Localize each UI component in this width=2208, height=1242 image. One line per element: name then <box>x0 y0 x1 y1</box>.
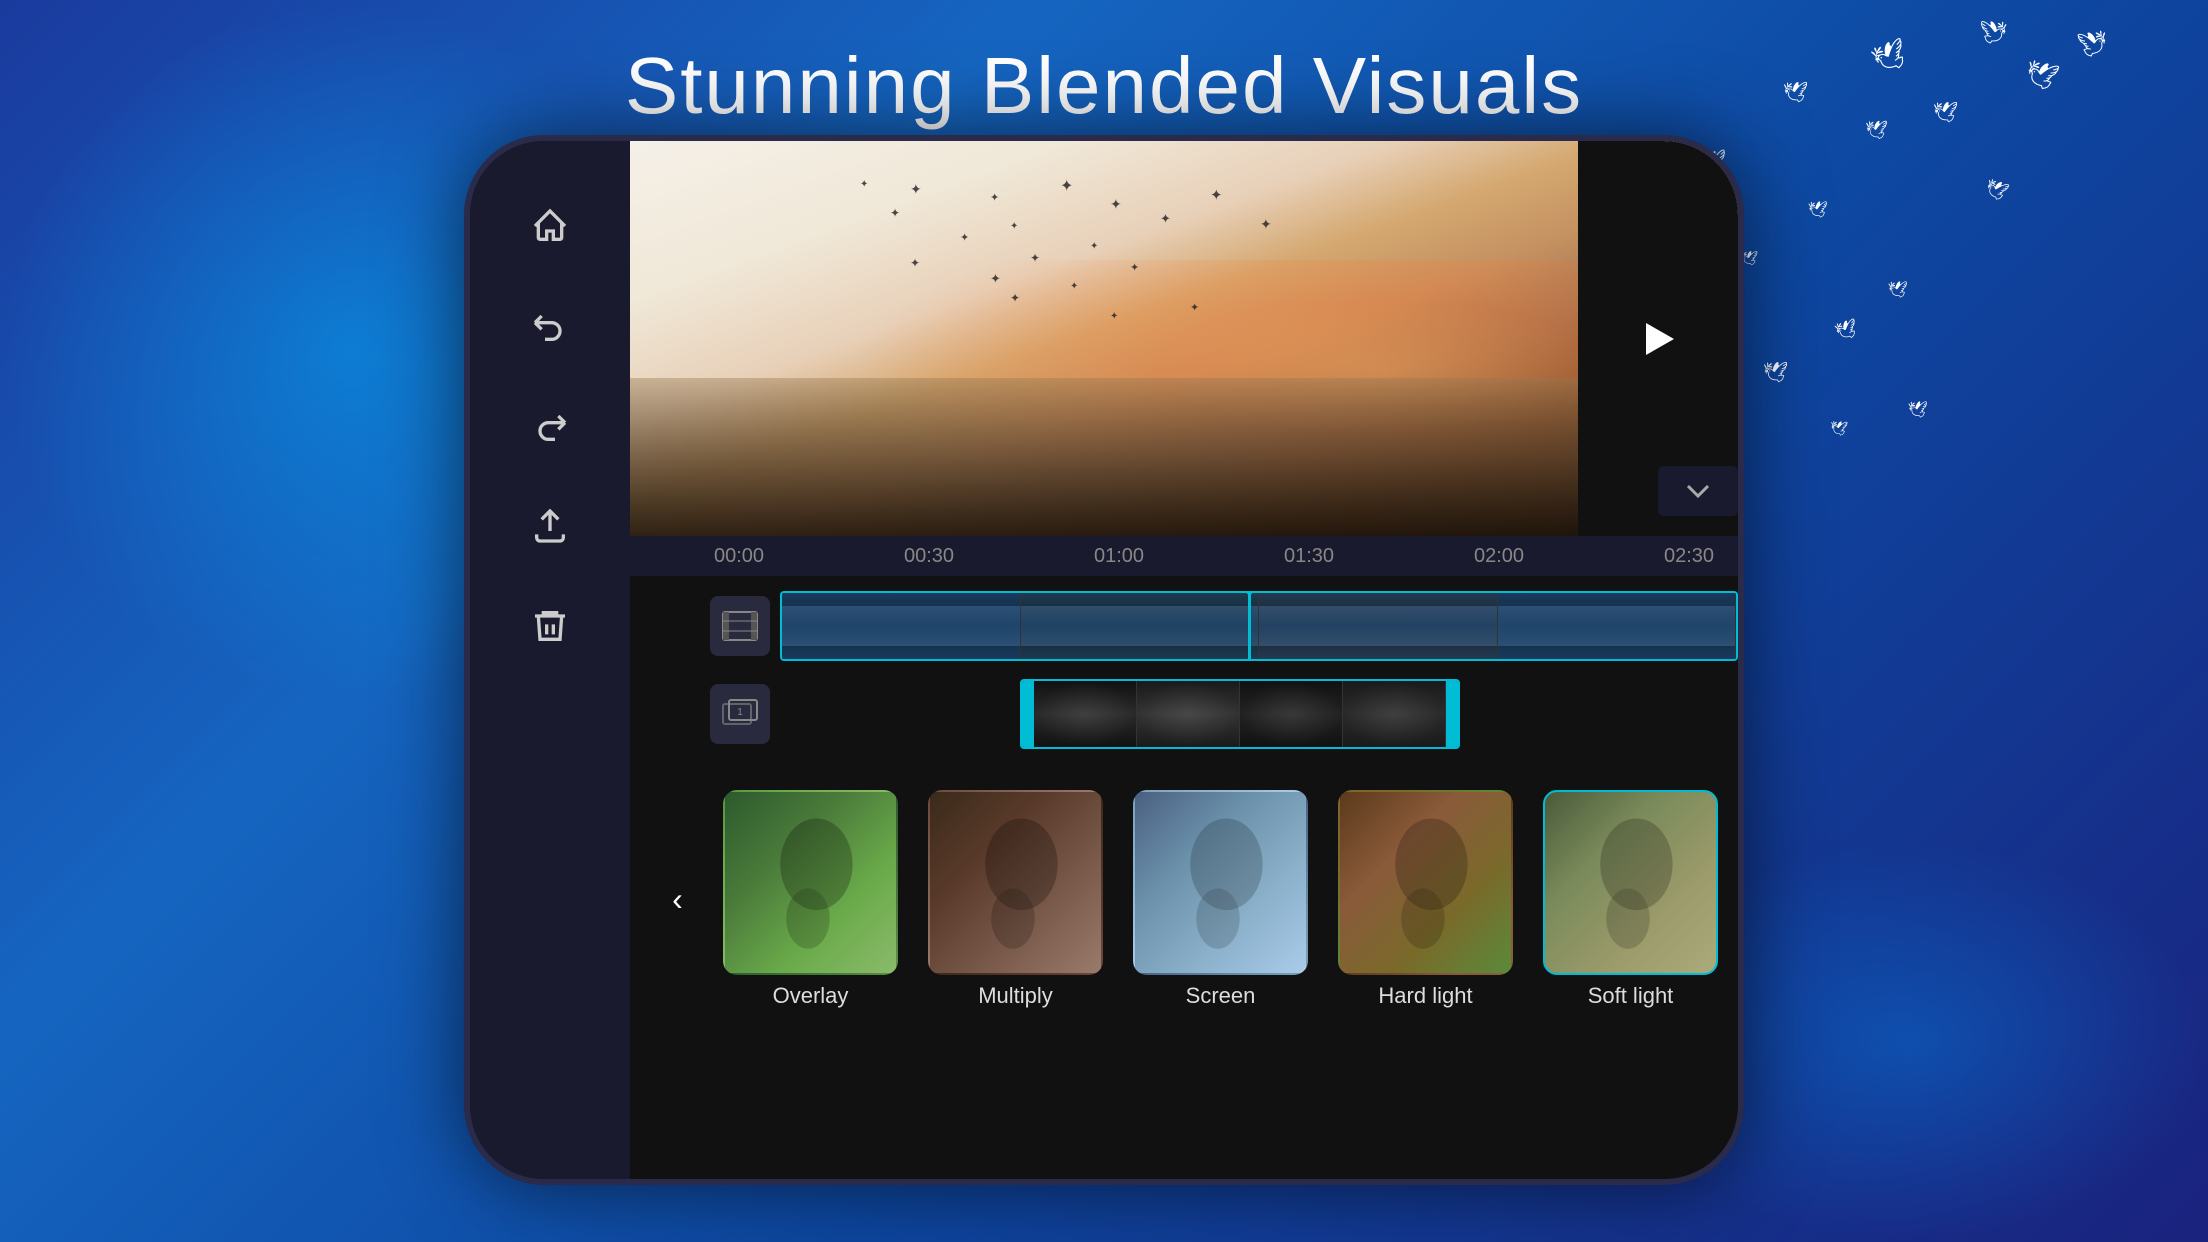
main-track-row <box>710 586 1738 666</box>
blend-thumb-hard-light <box>1338 790 1513 975</box>
delete-icon[interactable] <box>525 601 575 651</box>
overlay-handle-left[interactable] <box>1022 681 1034 747</box>
timeline-area: 00:00 00:30 01:00 01:30 02:00 02:30 03:0… <box>630 536 1738 764</box>
blend-item-soft-light[interactable]: Soft light <box>1533 790 1718 1009</box>
blend-label-screen: Screen <box>1186 983 1256 1009</box>
ruler-marks: 00:00 00:30 01:00 01:30 02:00 02:30 03:0… <box>710 545 1738 568</box>
overlay-track-icon: 1 <box>710 684 770 744</box>
main-track-icon <box>710 596 770 656</box>
blend-mode-selector: ‹ Overlay <box>630 764 1738 1034</box>
ruler-mark-0: 00:00 <box>710 545 900 568</box>
portrait-container: ✦ ✦ ✦ ✦ ✦ ✦ ✦ ✦ ✦ ✦ ✦ ✦ ✦ ✦ ✦ <box>630 141 1738 536</box>
overlay-content <box>1034 681 1446 747</box>
overlay-frame-2 <box>1137 681 1240 747</box>
main-video-track[interactable] <box>780 591 1738 661</box>
blend-items: Overlay Multiply <box>713 790 1718 1009</box>
blend-label-soft-light: Soft light <box>1588 983 1674 1009</box>
blend-label-hard-light: Hard light <box>1378 983 1472 1009</box>
home-icon[interactable] <box>525 201 575 251</box>
overlay-handle-right[interactable] <box>1446 681 1458 747</box>
chevron-down-button[interactable] <box>1658 466 1738 516</box>
overlay-frame-4 <box>1343 681 1446 747</box>
blend-item-multiply[interactable]: Multiply <box>918 790 1113 1009</box>
main-content: ✦ ✦ ✦ ✦ ✦ ✦ ✦ ✦ ✦ ✦ ✦ ✦ ✦ ✦ ✦ <box>630 141 1738 1179</box>
face-icon-multiply <box>930 792 1101 973</box>
phone-frame: ✦ ✦ ✦ ✦ ✦ ✦ ✦ ✦ ✦ ✦ ✦ ✦ ✦ ✦ ✦ <box>464 135 1744 1185</box>
upload-icon[interactable] <box>525 501 575 551</box>
blend-item-screen[interactable]: Screen <box>1123 790 1318 1009</box>
face-icon-overlay <box>725 792 896 973</box>
play-button[interactable] <box>1628 309 1688 369</box>
blend-thumb-soft-light <box>1543 790 1718 975</box>
ruler-mark-3: 01:30 <box>1280 545 1470 568</box>
overlay-track-row: 1 <box>710 674 1738 754</box>
overlay-track-content[interactable] <box>780 679 1738 749</box>
blend-label-multiply: Multiply <box>978 983 1053 1009</box>
blend-item-hard-light[interactable]: Hard light <box>1328 790 1523 1009</box>
playhead[interactable] <box>1248 591 1251 661</box>
overlay-frame-3 <box>1240 681 1343 747</box>
blend-item-overlay[interactable]: Overlay <box>713 790 908 1009</box>
track-thumb-4 <box>1498 593 1737 659</box>
phone-screen: ✦ ✦ ✦ ✦ ✦ ✦ ✦ ✦ ✦ ✦ ✦ ✦ ✦ ✦ ✦ <box>470 141 1738 1179</box>
ruler-mark-5: 02:30 <box>1660 545 1738 568</box>
water-reflection <box>630 378 1738 536</box>
timeline-ruler: 00:00 00:30 01:00 01:30 02:00 02:30 03:0… <box>630 536 1738 576</box>
face-icon-hard-light <box>1340 792 1511 973</box>
main-track-content[interactable] <box>780 591 1738 661</box>
home-button[interactable] <box>1738 620 1744 700</box>
timeline-tracks: 1 <box>630 576 1738 764</box>
play-controls-area <box>1578 141 1738 536</box>
blend-thumb-screen <box>1133 790 1308 975</box>
face-icon-soft-light <box>1545 792 1716 973</box>
sidebar <box>470 141 630 1179</box>
track-thumb-2 <box>1021 593 1260 659</box>
ruler-mark-1: 00:30 <box>900 545 1090 568</box>
blend-thumb-multiply <box>928 790 1103 975</box>
undo-icon[interactable] <box>525 301 575 351</box>
page-title: Stunning Blended Visuals <box>625 40 1583 132</box>
video-preview: ✦ ✦ ✦ ✦ ✦ ✦ ✦ ✦ ✦ ✦ ✦ ✦ ✦ ✦ ✦ <box>630 141 1738 536</box>
blend-thumb-overlay <box>723 790 898 975</box>
ruler-mark-4: 02:00 <box>1470 545 1660 568</box>
track-thumb-1 <box>782 593 1021 659</box>
prev-button[interactable]: ‹ <box>650 872 705 927</box>
overlay-video-track[interactable] <box>1020 679 1460 749</box>
svg-text:1: 1 <box>737 707 743 718</box>
track-thumb-3 <box>1259 593 1498 659</box>
blend-label-overlay: Overlay <box>773 983 849 1009</box>
face-icon-screen <box>1135 792 1306 973</box>
overlay-frame-1 <box>1034 681 1137 747</box>
ruler-mark-2: 01:00 <box>1090 545 1280 568</box>
redo-icon[interactable] <box>525 401 575 451</box>
